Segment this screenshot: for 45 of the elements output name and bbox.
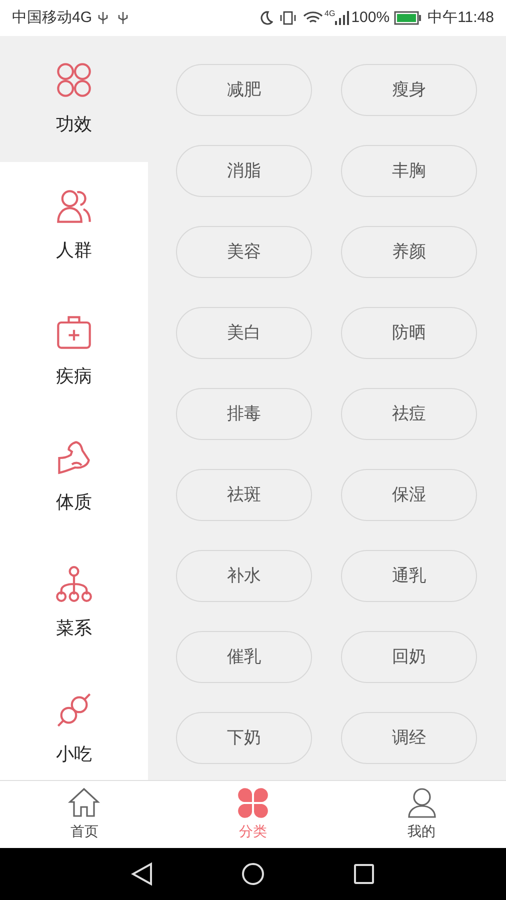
- tag-button[interactable]: 排毒: [176, 388, 312, 440]
- tag-button[interactable]: 回奶: [341, 631, 477, 683]
- recents-icon[interactable]: [353, 863, 375, 885]
- tag-button[interactable]: 补水: [176, 550, 312, 602]
- sidebar-item[interactable]: 疾病: [0, 288, 148, 414]
- nav-tab[interactable]: 我的: [337, 781, 506, 848]
- home-circle-icon[interactable]: [241, 862, 265, 886]
- tag-button[interactable]: 丰胸: [341, 145, 477, 197]
- sidebar-item[interactable]: 菜系: [0, 540, 148, 666]
- usb-icon: [98, 11, 108, 25]
- tag-button[interactable]: 减肥: [176, 64, 312, 116]
- moon-icon: [258, 10, 273, 26]
- tag-button[interactable]: 祛斑: [176, 469, 312, 521]
- signal-icon: [335, 11, 350, 25]
- tag-button[interactable]: 保湿: [341, 469, 477, 521]
- tag-button[interactable]: 祛痘: [341, 388, 477, 440]
- user-icon: [406, 787, 438, 819]
- hierarchy-icon: [55, 564, 93, 602]
- clover-icon: [237, 787, 269, 819]
- sidebar-item[interactable]: 人群: [0, 162, 148, 288]
- back-icon[interactable]: [131, 862, 153, 886]
- tag-button[interactable]: 催乳: [176, 631, 312, 683]
- nav-tab[interactable]: 首页: [0, 781, 169, 848]
- tag-button[interactable]: 美白: [176, 307, 312, 359]
- tag-button[interactable]: 美容: [176, 226, 312, 278]
- arm-muscle-icon: [55, 438, 93, 476]
- clock-text: 中午11:48: [428, 8, 494, 28]
- tag-button[interactable]: 下奶: [176, 712, 312, 764]
- tag-button[interactable]: 通乳: [341, 550, 477, 602]
- tag-button[interactable]: 消脂: [176, 145, 312, 197]
- vibrate-icon: [278, 10, 297, 26]
- sidebar-item[interactable]: 小吃: [0, 666, 148, 780]
- battery-icon: [394, 11, 422, 25]
- sidebar-item[interactable]: 体质: [0, 414, 148, 540]
- carrier-text: 中国移动4G: [12, 8, 92, 28]
- tag-button[interactable]: 调经: [341, 712, 477, 764]
- usb-icon: [118, 11, 128, 25]
- four-circles-icon: [55, 60, 93, 98]
- tag-button[interactable]: 养颜: [341, 226, 477, 278]
- skewer-icon: [55, 690, 93, 728]
- home-icon: [68, 787, 100, 819]
- tag-button[interactable]: 瘦身: [341, 64, 477, 116]
- network-text: 4G: [324, 8, 336, 20]
- battery-percent: 100%: [351, 8, 390, 28]
- tag-button[interactable]: 防晒: [341, 307, 477, 359]
